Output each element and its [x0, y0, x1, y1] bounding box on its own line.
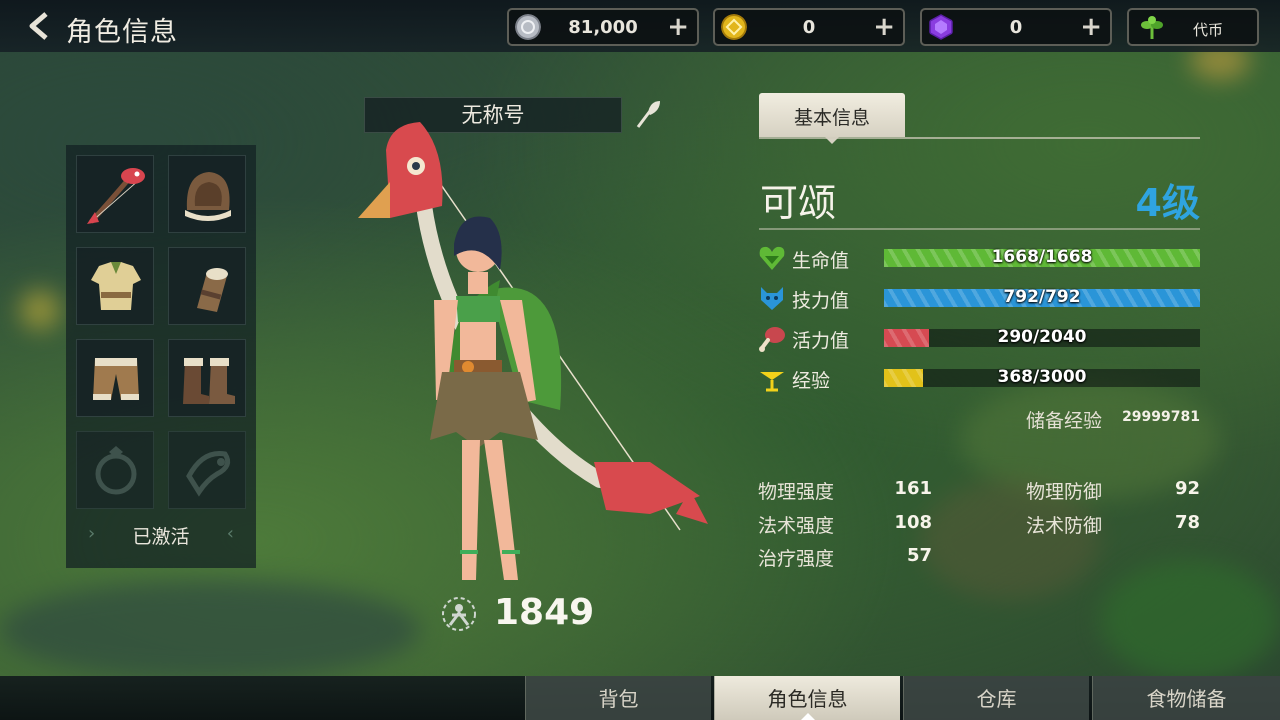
- hp-value: 1668/1668: [991, 247, 1093, 267]
- equip-slot-head[interactable]: [168, 155, 246, 233]
- hp-label: 生命值: [792, 250, 850, 272]
- pants-icon: [93, 358, 139, 400]
- fish-bow-icon: [87, 168, 145, 224]
- character-name: 可颂: [760, 181, 837, 225]
- stat-magic-attack-value: 108: [894, 512, 932, 533]
- fur-hood-icon: [185, 172, 231, 221]
- stat-physical-attack-value: 161: [894, 478, 932, 499]
- divider: [759, 228, 1200, 230]
- set-status: › 已激活 ‹: [66, 522, 256, 549]
- stat-healing-value: 57: [906, 545, 932, 566]
- equip-slot-hands[interactable]: [168, 247, 246, 325]
- tab-basic-info[interactable]: 基本信息: [759, 93, 905, 137]
- gold-currency: 0 +: [713, 8, 905, 46]
- sprout-icon: [1141, 16, 1163, 39]
- gem-currency: 0 +: [920, 8, 1112, 46]
- tab-warehouse[interactable]: 仓库: [903, 676, 1089, 720]
- stat-magic-defense-value: 78: [1174, 512, 1200, 533]
- stat-physical-defense-label: 物理防御: [1026, 481, 1103, 503]
- combat-power-value: 1849: [494, 592, 595, 633]
- tab-backpack[interactable]: 背包: [525, 676, 711, 720]
- boots-icon: [183, 358, 235, 404]
- equip-slot-legs[interactable]: [76, 339, 154, 417]
- heart-icon: [759, 246, 785, 270]
- reserve-exp-value: 29999781: [1122, 409, 1200, 425]
- stat-magic-attack-label: 法术强度: [758, 515, 835, 537]
- stat-physical-attack-label: 物理强度: [758, 481, 835, 503]
- set-status-label: 已激活: [132, 526, 190, 548]
- ring-icon: [95, 446, 137, 495]
- accessory-icon: [186, 450, 231, 497]
- add-gold-button[interactable]: +: [873, 13, 895, 41]
- gold-coin-icon: [721, 14, 747, 40]
- equip-slot-ring-empty[interactable]: [76, 431, 154, 509]
- wolf-head-icon: [761, 287, 783, 310]
- exp-row: 经验 368/3000: [758, 364, 1200, 394]
- reserve-exp-label: 储备经验: [1026, 410, 1103, 432]
- bracer-icon: [197, 268, 228, 312]
- stamina-value: 290/2040: [997, 327, 1087, 347]
- gem-amount: 0: [1009, 17, 1023, 38]
- hp-row: 生命值 1668/1668: [758, 244, 1200, 274]
- add-gem-button[interactable]: +: [1080, 13, 1102, 41]
- sp-value: 792/792: [1003, 287, 1081, 307]
- equip-slot-accessory-empty[interactable]: [168, 431, 246, 509]
- gold-amount: 0: [802, 17, 816, 38]
- exp-icon: [760, 372, 784, 392]
- token-button[interactable]: 代币: [1127, 8, 1259, 46]
- stat-healing-label: 治疗强度: [758, 548, 835, 570]
- chevron-left-icon: ‹: [226, 523, 234, 544]
- sp-label: 技力值: [792, 290, 850, 312]
- silver-coin-icon: [515, 14, 541, 40]
- exp-label: 经验: [792, 370, 831, 392]
- silver-currency: 81,000 +: [507, 8, 699, 46]
- character-model: [358, 122, 708, 580]
- equip-slot-body[interactable]: [76, 247, 154, 325]
- tunic-icon: [91, 262, 141, 310]
- divider: [759, 137, 1200, 139]
- tab-food-storage[interactable]: 食物储备: [1092, 676, 1280, 720]
- token-label: 代币: [1192, 21, 1223, 39]
- stamina-label: 活力值: [792, 330, 850, 352]
- meat-icon: [759, 327, 785, 352]
- sp-row: 技力值 792/792: [758, 284, 1200, 314]
- stat-magic-defense-label: 法术防御: [1026, 515, 1103, 537]
- active-tab-pointer: [801, 713, 815, 720]
- equip-slot-feet[interactable]: [168, 339, 246, 417]
- silver-amount: 81,000: [568, 17, 638, 38]
- exp-value: 368/3000: [997, 367, 1087, 387]
- character-level: 4级: [1135, 181, 1200, 225]
- back-arrow-icon[interactable]: [24, 10, 54, 42]
- add-silver-button[interactable]: +: [667, 13, 689, 41]
- chevron-right-icon: ›: [88, 523, 96, 544]
- combat-power-icon: [442, 597, 476, 631]
- stat-physical-defense-value: 92: [1174, 478, 1200, 499]
- equip-slot-weapon[interactable]: [76, 155, 154, 233]
- purple-gem-icon: [929, 14, 953, 40]
- page-title: 角色信息: [66, 17, 178, 48]
- stamina-row: 活力值 290/2040: [758, 324, 1200, 354]
